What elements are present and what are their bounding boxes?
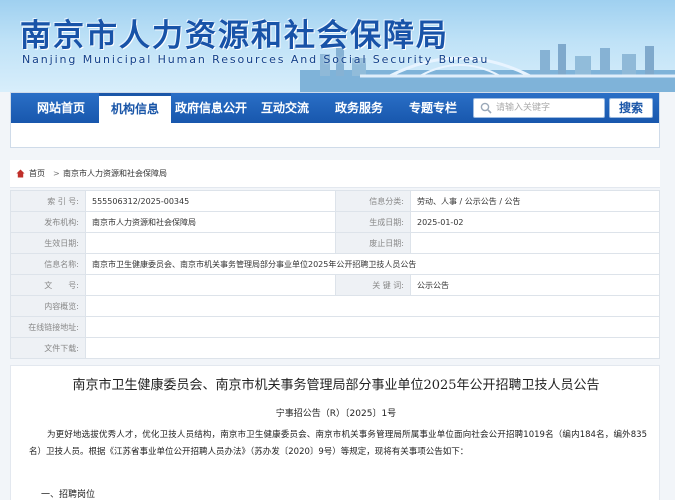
search-button[interactable]: 搜索 xyxy=(609,98,653,118)
online-link-label: 在线链接地址: xyxy=(10,316,86,338)
info-name-value: 南京市卫生健康委员会、南京市机关事务管理局部分事业单位2025年公开招聘卫技人员… xyxy=(85,253,660,275)
nav-container: 网站首页 机构信息 政府信息公开 互动交流 政务服务 专题专栏 搜索 xyxy=(10,92,660,148)
breadcrumb: 首页 > 南京市人力资源和社会保障局 xyxy=(10,160,660,188)
doc-number-value xyxy=(85,274,336,296)
info-table: 索 引 号: 555506312/2025-00345 信息分类: 劳动、人事 … xyxy=(10,190,660,359)
summary-value xyxy=(85,295,660,317)
search-input[interactable] xyxy=(496,100,602,116)
home-icon xyxy=(16,169,25,178)
index-number-label: 索 引 号: xyxy=(10,190,86,212)
search-icon xyxy=(480,102,492,114)
publisher-label: 发布机构: xyxy=(10,211,86,233)
article-section-heading: 一、招聘岗位 xyxy=(41,490,96,500)
nav-item-gov-info-disclosure[interactable]: 政府信息公开 xyxy=(173,93,249,123)
article-paragraph: 为更好地选拔优秀人才，优化卫技人员结构，南京市卫生健康委员会、南京市机关事务管理… xyxy=(29,430,647,457)
keywords-label: 关 键 词: xyxy=(335,274,411,296)
table-row: 发布机构: 南京市人力资源和社会保障局 生成日期: 2025-01-02 xyxy=(10,211,660,233)
summary-label: 内容概览: xyxy=(10,295,86,317)
table-row: 内容概览: xyxy=(10,295,660,317)
table-row: 文件下载: xyxy=(10,337,660,359)
nav-item-interaction[interactable]: 互动交流 xyxy=(251,93,319,123)
site-subtitle: Nanjing Municipal Human Resources And So… xyxy=(22,53,490,66)
nav-item-special-topics[interactable]: 专题专栏 xyxy=(399,93,467,123)
table-row: 生效日期: 废止日期: xyxy=(10,232,660,254)
site-title: 南京市人力资源和社会保障局 xyxy=(20,18,449,54)
table-row: 在线链接地址: xyxy=(10,316,660,338)
publisher-value: 南京市人力资源和社会保障局 xyxy=(85,211,336,233)
header-banner: 南京市人力资源和社会保障局 Nanjing Municipal Human Re… xyxy=(0,0,675,92)
table-row: 信息名称: 南京市卫生健康委员会、南京市机关事务管理局部分事业单位2025年公开… xyxy=(10,253,660,275)
article: 南京市卫生健康委员会、南京市机关事务管理局部分事业单位2025年公开招聘卫技人员… xyxy=(10,365,660,500)
file-download-value[interactable] xyxy=(85,337,660,359)
article-title: 南京市卫生健康委员会、南京市机关事务管理局部分事业单位2025年公开招聘卫技人员… xyxy=(72,378,600,393)
page: 南京市人力资源和社会保障局 Nanjing Municipal Human Re… xyxy=(0,0,675,500)
file-download-label: 文件下载: xyxy=(10,337,86,359)
table-row: 索 引 号: 555506312/2025-00345 信息分类: 劳动、人事 … xyxy=(10,190,660,212)
nav-item-home[interactable]: 网站首页 xyxy=(25,93,97,123)
online-link-value[interactable] xyxy=(85,316,660,338)
breadcrumb-home-link[interactable]: 首页 xyxy=(29,160,45,188)
generated-date-label: 生成日期: xyxy=(335,211,411,233)
generated-date-value: 2025-01-02 xyxy=(410,211,660,233)
table-row: 文 号: 关 键 词: 公示公告 xyxy=(10,274,660,296)
breadcrumb-separator: > xyxy=(53,169,60,178)
info-category-label: 信息分类: xyxy=(335,190,411,212)
info-name-label: 信息名称: xyxy=(10,253,86,275)
keywords-value: 公示公告 xyxy=(410,274,660,296)
article-doc-number: 宁事招公告（R）〔2025〕1号 xyxy=(275,409,397,419)
expiry-date-label: 废止日期: xyxy=(335,232,411,254)
nav-item-gov-services[interactable]: 政务服务 xyxy=(325,93,393,123)
index-number-value: 555506312/2025-00345 xyxy=(85,190,336,212)
doc-number-label: 文 号: xyxy=(10,274,86,296)
effective-date-value xyxy=(85,232,336,254)
main-nav: 网站首页 机构信息 政府信息公开 互动交流 政务服务 专题专栏 搜索 xyxy=(11,93,659,123)
nav-item-institution-info[interactable]: 机构信息 xyxy=(99,93,171,123)
breadcrumb-current-link[interactable]: 南京市人力资源和社会保障局 xyxy=(63,160,167,188)
expiry-date-value xyxy=(410,232,660,254)
info-category-value: 劳动、人事 / 公示公告 / 公告 xyxy=(410,190,660,212)
search-box xyxy=(473,98,605,118)
effective-date-label: 生效日期: xyxy=(10,232,86,254)
